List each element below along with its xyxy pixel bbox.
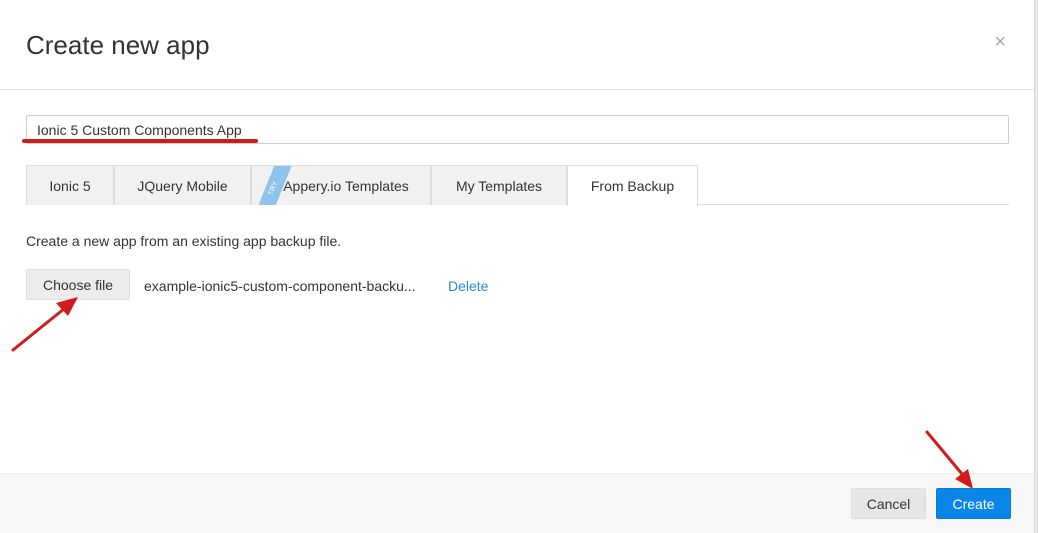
cancel-button[interactable]: Cancel (851, 488, 926, 519)
close-icon[interactable]: × (994, 32, 1006, 52)
tab-label: JQuery Mobile (137, 177, 228, 194)
tab-label: From Backup (590, 178, 675, 194)
tab-appery-templates[interactable]: TRY Appery.io Templates (251, 165, 431, 205)
create-button[interactable]: Create (936, 488, 1011, 519)
tab-from-backup[interactable]: From Backup (567, 165, 698, 206)
choose-file-button[interactable]: Choose file (26, 269, 130, 300)
tab-label: Appery.io Templates (283, 177, 409, 194)
tab-label: My Templates (455, 177, 543, 194)
delete-file-link[interactable]: Delete (448, 278, 488, 294)
tab-jquery-mobile[interactable]: JQuery Mobile (114, 165, 251, 205)
create-app-dialog: Create new app × Ionic 5 JQuery Mobile T… (0, 0, 1035, 533)
selected-file-name: example-ionic5-custom-component-backu... (144, 278, 416, 294)
dialog-title: Create new app (26, 30, 210, 60)
annotation-underline (22, 139, 258, 143)
tab-ionic-5[interactable]: Ionic 5 (26, 165, 114, 205)
tab-label: Ionic 5 (49, 177, 91, 194)
dialog-header: Create new app × (0, 0, 1034, 90)
ribbon-label: TRY (267, 179, 281, 197)
backup-description: Create a new app from an existing app ba… (26, 233, 342, 249)
template-tabs: Ionic 5 JQuery Mobile TRY Appery.io Temp… (26, 165, 1009, 206)
tab-my-templates[interactable]: My Templates (431, 165, 567, 205)
